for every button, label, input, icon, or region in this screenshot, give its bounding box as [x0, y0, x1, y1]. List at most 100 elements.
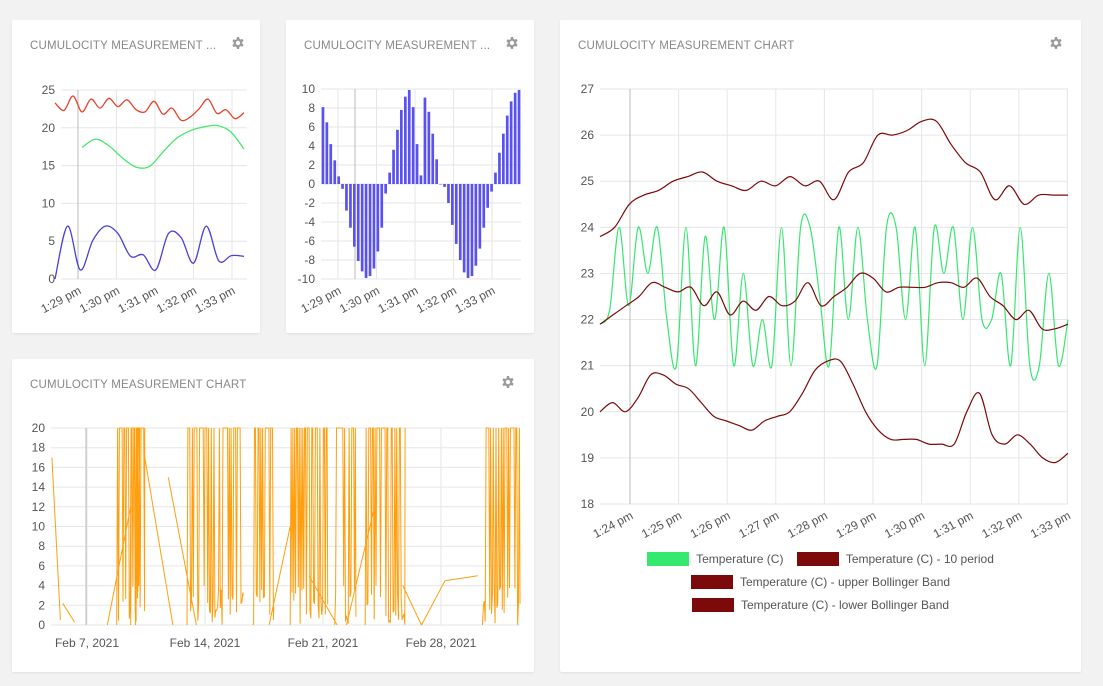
- series-line: [599, 118, 1068, 238]
- bar: [333, 160, 337, 185]
- legend-label: Temperature (C) - upper Bollinger Band: [739, 575, 951, 589]
- x-tick-label: Feb 28, 2021: [406, 636, 477, 650]
- series-line: [599, 358, 1069, 464]
- bar: [490, 184, 493, 192]
- y-tick-label: 15: [42, 159, 56, 173]
- x-tick-label: 1:30 pm: [77, 283, 122, 316]
- chart-card-3: CUMULOCITY MEASUREMENT CHART 27 26 25 24 23 2…: [560, 20, 1081, 672]
- y-tick-label: 20: [42, 121, 56, 135]
- bar: [372, 184, 376, 269]
- bar: [349, 184, 352, 228]
- y-tick-label: 22: [581, 313, 595, 327]
- bar: [388, 172, 391, 184]
- bar: [498, 152, 501, 184]
- x-tick-label: Feb 7, 2021: [55, 636, 119, 650]
- legend-item[interactable]: Temperature (C) - lower Bollinger Band: [691, 598, 950, 612]
- bar: [513, 92, 517, 184]
- bar: [384, 184, 387, 194]
- legend-item[interactable]: Temperature (C): [647, 552, 783, 566]
- line-chart: 27 26 25 24 23 22 21 20 19 181:24 pm 1:25 pm 1:26 p…: [581, 82, 1073, 541]
- y-tick-label: 6: [308, 120, 315, 134]
- y-tick-label: 18: [32, 441, 46, 455]
- bar: [451, 184, 454, 225]
- y-tick-label: 18: [581, 497, 595, 511]
- bar: [329, 144, 333, 184]
- x-tick-label: 1:32 pm: [154, 283, 199, 316]
- legend-label: Temperature (C) - 10 period: [845, 552, 994, 566]
- x-tick-label: 1:29 pm: [39, 283, 84, 316]
- x-tick-label: 1:31 pm: [116, 283, 161, 316]
- bar: [482, 184, 486, 228]
- bar: [447, 184, 450, 203]
- bar: [400, 109, 403, 184]
- y-tick-label: 4: [38, 579, 45, 593]
- bar: [486, 184, 489, 208]
- bar: [380, 184, 384, 228]
- bar: [404, 96, 407, 184]
- y-tick-label: 10: [302, 82, 316, 96]
- x-tick-label: 1:33 pm: [1028, 508, 1073, 541]
- y-tick-label: 26: [581, 128, 595, 142]
- line-chart: 20181614121086420Feb 7, 2021 Feb 14, 2021…: [32, 421, 521, 650]
- y-tick-label: 14: [32, 480, 46, 494]
- bar: [502, 133, 505, 184]
- y-tick-label: -6: [304, 234, 315, 248]
- y-tick-label: 20: [32, 421, 46, 435]
- legend-label: Temperature (C) - lower Bollinger Band: [740, 598, 950, 612]
- y-tick-label: 16: [32, 460, 46, 474]
- series-line: [81, 124, 245, 169]
- series-line: [54, 95, 245, 122]
- y-tick-label: 8: [38, 539, 45, 553]
- line-chart: 25 20 15 10 5 01:29 pm1:30 pm1:31 pm1:32 pm1:…: [39, 83, 247, 316]
- bar: [423, 97, 427, 184]
- legend-swatch: [647, 552, 690, 566]
- bar: [407, 90, 411, 184]
- bar: [368, 184, 372, 277]
- bar: [419, 175, 423, 184]
- y-tick-label: 5: [48, 234, 55, 248]
- bar: [356, 184, 360, 261]
- y-tick-label: 10: [32, 520, 46, 534]
- bar: [454, 184, 458, 244]
- y-tick-label: -8: [304, 253, 315, 267]
- bar: [443, 184, 446, 187]
- bar-chart: 1086420-2-4-6-8-101:29 pm1:30 pm1:31 pm1…: [298, 82, 521, 316]
- legend-item[interactable]: Temperature (C) - upper Bollinger Band: [690, 575, 951, 589]
- chart-card-4: CUMULOCITY MEASUREMENT CHART 20 18 16 14 12 1…: [12, 359, 534, 672]
- y-tick-label: 23: [581, 266, 595, 280]
- bar: [411, 107, 415, 184]
- y-tick-label: 27: [581, 82, 595, 96]
- x-tick-label: 1:28 pm: [785, 508, 830, 541]
- y-tick-label: 6: [38, 559, 45, 573]
- bar: [392, 149, 395, 184]
- bar: [396, 129, 399, 184]
- x-tick-label: 1:29 pm: [834, 508, 879, 541]
- bar: [431, 133, 435, 184]
- bar: [462, 184, 466, 273]
- bar: [505, 115, 509, 184]
- legend-swatch: [691, 598, 734, 612]
- x-tick-label: 1:30 pm: [882, 508, 927, 541]
- x-tick-label: 1:30 pm: [337, 283, 382, 316]
- y-tick-label: 25: [42, 83, 56, 97]
- bar: [458, 184, 462, 260]
- y-tick-label: -2: [304, 196, 315, 210]
- chart-card-1: CUMULOCITY MEASUREMENT ... 25 20 15 10 5 0 1:2…: [12, 20, 260, 333]
- y-tick-label: 10: [42, 196, 56, 210]
- y-tick-label: 21: [581, 359, 595, 373]
- bar: [435, 159, 438, 184]
- bar: [427, 111, 431, 184]
- bar: [337, 176, 340, 184]
- y-tick-label: 12: [32, 500, 46, 514]
- x-tick-label: 1:32 pm: [979, 508, 1024, 541]
- bar: [345, 184, 348, 211]
- x-tick-label: 1:32 pm: [414, 283, 459, 316]
- x-tick-label: 1:31 pm: [931, 508, 976, 541]
- x-tick-label: 1:31 pm: [376, 283, 421, 316]
- legend-item[interactable]: Temperature (C) - 10 period: [796, 552, 994, 566]
- bar: [494, 172, 497, 184]
- y-tick-label: 20: [581, 405, 595, 419]
- y-tick-label: 8: [308, 101, 315, 115]
- bar: [509, 101, 513, 184]
- y-tick-label: 0: [48, 272, 55, 286]
